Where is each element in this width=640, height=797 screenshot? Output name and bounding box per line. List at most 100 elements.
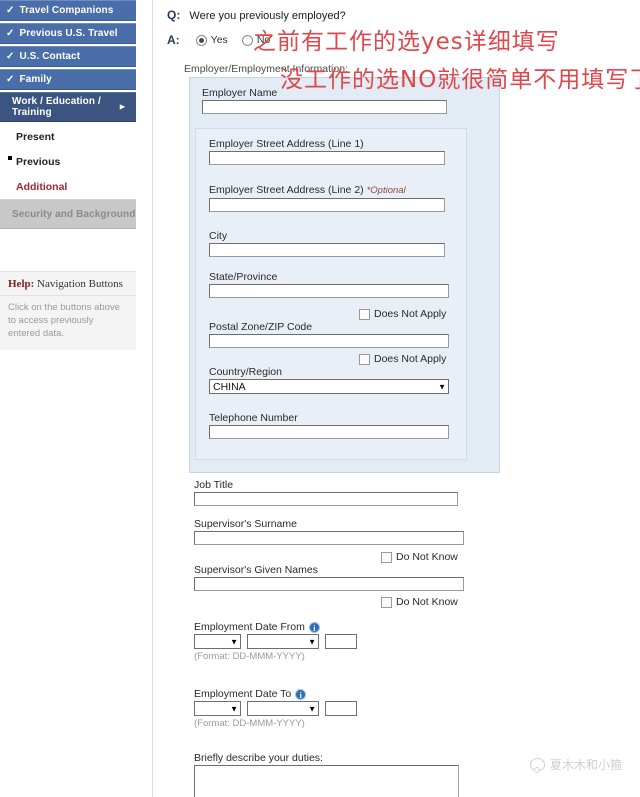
job-title-input[interactable]: [194, 492, 458, 506]
sidebar-item-work-education-training[interactable]: Work / Education / Training ►: [0, 92, 136, 122]
field-supervisor-surname: Supervisor's Surname: [194, 518, 464, 545]
street-1-input[interactable]: [209, 151, 445, 165]
sidebar-item-label: Previous U.S. Travel: [19, 28, 118, 39]
chevron-down-icon: ▼: [230, 637, 238, 646]
info-icon[interactable]: i: [308, 622, 320, 633]
employment-date-to-day-select[interactable]: ▼: [194, 701, 241, 716]
telephone-number-input[interactable]: [209, 425, 449, 439]
radio-yes[interactable]: Yes: [195, 34, 228, 46]
employment-date-from-row: ▼ ▼: [194, 634, 357, 649]
answer-prefix: A:: [167, 33, 180, 47]
field-telephone-number: Telephone Number: [209, 412, 449, 439]
field-supervisor-given-names: Supervisor's Given Names: [194, 564, 464, 591]
checkbox-icon[interactable]: [359, 353, 370, 365]
employment-date-to-year-input[interactable]: [325, 701, 357, 716]
state-province-input[interactable]: [209, 284, 449, 298]
sidebar-item-family[interactable]: ✓ Family: [0, 69, 136, 90]
sidebar-subitem-present[interactable]: Present: [0, 124, 136, 149]
radio-dot-icon: [241, 34, 253, 46]
employment-date-to-row: ▼ ▼: [194, 701, 357, 716]
checkbox-icon[interactable]: [359, 308, 370, 320]
country-region-select[interactable]: CHINA ▼: [209, 379, 449, 394]
watermark-text: 夏木木和小箍: [549, 758, 622, 772]
employer-information-panel: Employer Name Employer Street Address (L…: [189, 77, 500, 473]
street-2-input[interactable]: [209, 198, 445, 212]
sidebar-item-label: Family: [19, 74, 52, 85]
city-label: City: [209, 230, 228, 242]
check-icon: ✓: [6, 73, 15, 85]
employment-date-from-label-text: Employment Date From: [194, 621, 305, 633]
chevron-down-icon: ▼: [438, 382, 446, 391]
sidebar-subitem-label: Previous: [16, 155, 61, 168]
help-title-prefix: Help:: [8, 278, 35, 290]
city-input[interactable]: [209, 243, 445, 257]
supervisor-surname-do-not-know-row[interactable]: Do Not Know: [381, 551, 458, 563]
sidebar-item-label: U.S. Contact: [19, 51, 81, 62]
checkbox-icon[interactable]: [381, 596, 392, 608]
employment-date-from-label: Employment Date From i: [194, 621, 357, 633]
wechat-icon: [529, 758, 545, 773]
supervisor-given-names-label: Supervisor's Given Names: [194, 564, 318, 576]
sidebar-item-security-and-background: Security and Background: [0, 199, 136, 229]
sidebar-item-travel-companions[interactable]: ✓ Travel Companions: [0, 0, 136, 21]
employment-date-from-format-hint: (Format: DD-MMM-YYYY): [194, 651, 305, 662]
radio-yes-label: Yes: [210, 34, 228, 46]
sidebar: ✓ Travel Companions ✓ Previous U.S. Trav…: [0, 0, 136, 797]
annotation-no: 没工作的选NO就很简单不用填写了: [280, 67, 640, 93]
supervisor-surname-do-not-know-label: Do Not Know: [396, 551, 458, 563]
field-city: City: [209, 230, 445, 257]
employment-date-to-format-hint: (Format: DD-MMM-YYYY): [194, 718, 305, 729]
help-body: Click on the buttons above to access pre…: [8, 302, 120, 339]
state-does-not-apply-row[interactable]: Does Not Apply: [359, 308, 446, 320]
check-icon: ✓: [6, 27, 15, 39]
state-province-label: State/Province: [209, 271, 278, 283]
info-icon[interactable]: i: [295, 689, 307, 700]
question-text: Were you previously employed?: [189, 10, 346, 22]
sidebar-subitem-label: Additional: [16, 180, 68, 193]
street-2-label: Employer Street Address (Line 2) *Option…: [209, 184, 445, 197]
state-does-not-apply-label: Does Not Apply: [374, 308, 447, 320]
postal-does-not-apply-row[interactable]: Does Not Apply: [359, 353, 446, 365]
chevron-down-icon: ▼: [230, 704, 238, 713]
postal-zip-input[interactable]: [209, 334, 449, 348]
field-street-1: Employer Street Address (Line 1): [209, 138, 445, 165]
employment-date-to-label: Employment Date To i: [194, 688, 357, 700]
annotation-yes: 之前有工作的选yes详细填写: [253, 29, 560, 55]
sidebar-subitem-label: Present: [16, 130, 55, 143]
field-duties: Briefly describe your duties:: [194, 752, 459, 797]
country-region-value: CHINA: [213, 380, 246, 393]
employment-date-from-day-select[interactable]: ▼: [194, 634, 241, 649]
page-root: ✓ Travel Companions ✓ Previous U.S. Trav…: [0, 0, 640, 797]
employment-date-from-month-select[interactable]: ▼: [247, 634, 319, 649]
postal-does-not-apply-label: Does Not Apply: [374, 353, 447, 365]
employment-date-from-year-input[interactable]: [325, 634, 357, 649]
sidebar-subitem-additional[interactable]: Additional: [0, 174, 136, 199]
telephone-number-label: Telephone Number: [209, 412, 298, 424]
employment-date-to-label-text: Employment Date To: [194, 688, 292, 700]
street-2-optional-tag: *Optional: [366, 185, 406, 196]
radio-dot-icon: [195, 34, 207, 46]
supervisor-surname-input[interactable]: [194, 531, 464, 545]
chevron-right-icon: ►: [117, 101, 127, 112]
sidebar-subitem-previous[interactable]: Previous: [0, 149, 136, 174]
sidebar-item-previous-us-travel[interactable]: ✓ Previous U.S. Travel: [0, 23, 136, 44]
main-content: Q: Were you previously employed? A: Yes …: [153, 0, 640, 797]
duties-label: Briefly describe your duties:: [194, 752, 323, 764]
supervisor-given-names-do-not-know-label: Do Not Know: [396, 596, 458, 608]
employer-name-input[interactable]: [202, 100, 447, 114]
job-title-label: Job Title: [194, 479, 234, 491]
duties-textarea[interactable]: [194, 765, 459, 797]
sidebar-item-us-contact[interactable]: ✓ U.S. Contact: [0, 46, 136, 67]
supervisor-given-names-do-not-know-row[interactable]: Do Not Know: [381, 596, 458, 608]
check-icon: ✓: [6, 50, 15, 62]
employer-address-subpanel: Employer Street Address (Line 1) Employe…: [195, 128, 467, 460]
question-row: Q: Were you previously employed?: [167, 8, 346, 22]
field-state-province: State/Province: [209, 271, 449, 298]
field-employment-date-from: Employment Date From i ▼ ▼ (Format: DD-MM…: [194, 621, 357, 662]
help-box: Help: Navigation Buttons Click on the bu…: [0, 271, 136, 350]
checkbox-icon[interactable]: [381, 551, 392, 563]
field-employment-date-to: Employment Date To i ▼ ▼ (Format: DD-MMM-…: [194, 688, 357, 729]
supervisor-given-names-input[interactable]: [194, 577, 464, 591]
chevron-down-icon: ▼: [308, 704, 316, 713]
employment-date-to-month-select[interactable]: ▼: [247, 701, 319, 716]
